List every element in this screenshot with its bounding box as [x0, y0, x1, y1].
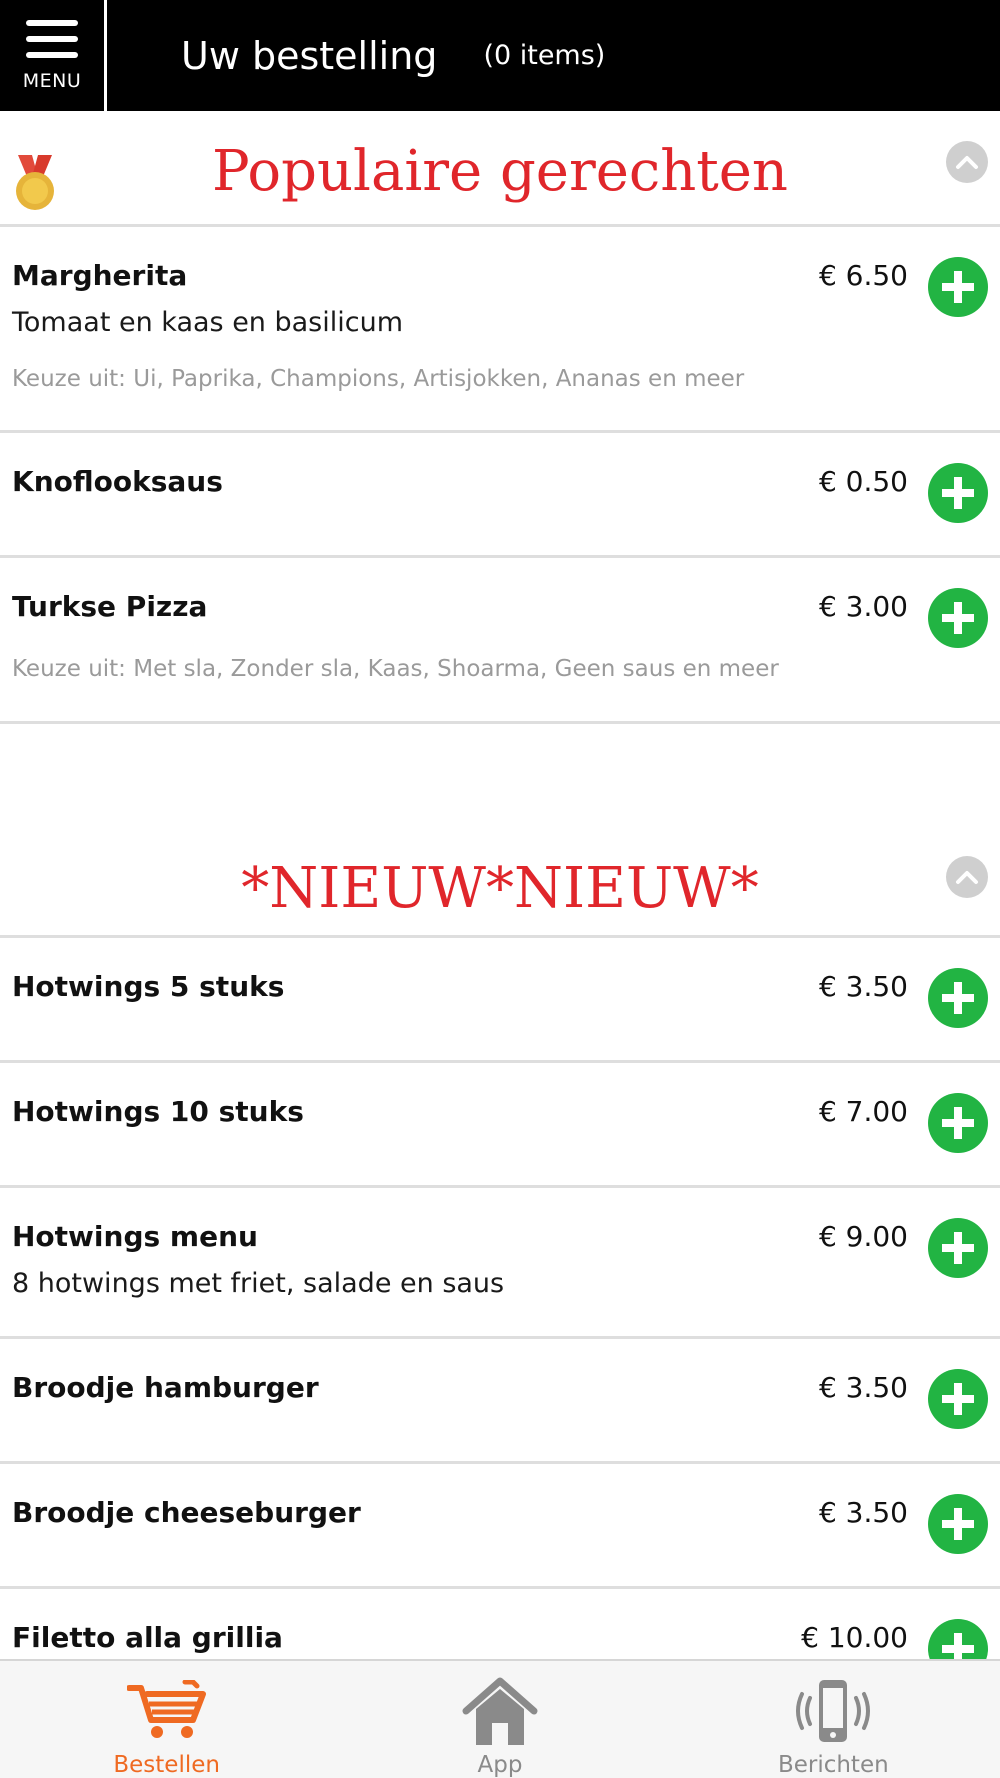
- list-item[interactable]: Turkse Pizza Keuze uit: Met sla, Zonder …: [0, 558, 1000, 724]
- item-choices: Keuze uit: Ui, Paprika, Champions, Artis…: [12, 366, 745, 392]
- add-button[interactable]: [928, 968, 988, 1028]
- plus-icon: [942, 1633, 974, 1659]
- tab-bestellen[interactable]: Bestellen: [0, 1661, 333, 1778]
- item-price: € 7.00: [818, 1095, 908, 1128]
- item-choices: Keuze uit: Met sla, Zonder sla, Kaas, Sh…: [12, 656, 779, 682]
- section-header-popular[interactable]: Populaire gerechten: [0, 111, 1000, 227]
- add-button[interactable]: [928, 257, 988, 317]
- order-item-count[interactable]: (0 items): [483, 40, 605, 71]
- item-price: € 9.00: [818, 1220, 908, 1253]
- order-title[interactable]: Uw bestelling: [181, 34, 437, 78]
- top-bar: MENU Uw bestelling (0 items): [0, 0, 1000, 111]
- list-item[interactable]: Broodje hamburger € 3.50: [0, 1339, 1000, 1464]
- item-name: Hotwings 10 stuks: [12, 1095, 304, 1128]
- item-name: Broodje hamburger: [12, 1371, 319, 1404]
- add-button[interactable]: [928, 1619, 988, 1659]
- item-name: Turkse Pizza: [12, 590, 208, 623]
- home-icon: [460, 1673, 540, 1748]
- item-name: Hotwings 5 stuks: [12, 970, 285, 1003]
- item-price: € 6.50: [818, 259, 908, 292]
- plus-icon: [942, 477, 974, 509]
- menu-button[interactable]: MENU: [0, 0, 107, 111]
- hamburger-icon: [26, 19, 78, 58]
- item-name: Hotwings menu: [12, 1220, 258, 1253]
- menu-list[interactable]: Populaire gerechten Margherita Tomaat en…: [0, 111, 1000, 1659]
- item-name: Filetto alla grillia: [12, 1621, 283, 1654]
- plus-icon: [942, 1232, 974, 1264]
- add-button[interactable]: [928, 1369, 988, 1429]
- item-price: € 3.00: [818, 590, 908, 623]
- tab-berichten[interactable]: Berichten: [667, 1661, 1000, 1778]
- add-button[interactable]: [928, 463, 988, 523]
- list-item[interactable]: Filetto alla grillia € 10.00: [0, 1589, 1000, 1659]
- section-title: *NIEUW*NIEUW*: [241, 856, 759, 921]
- plus-icon: [942, 602, 974, 634]
- chevron-up-icon[interactable]: [946, 141, 988, 183]
- item-name: Broodje cheeseburger: [12, 1496, 361, 1529]
- list-item[interactable]: Hotwings 10 stuks € 7.00: [0, 1063, 1000, 1188]
- section-title: Populaire gerechten: [212, 139, 788, 204]
- plus-icon: [942, 1107, 974, 1139]
- add-button[interactable]: [928, 1093, 988, 1153]
- item-price: € 3.50: [818, 1371, 908, 1404]
- list-item[interactable]: Broodje cheeseburger € 3.50: [0, 1464, 1000, 1589]
- plus-icon: [942, 982, 974, 1014]
- menu-label: MENU: [22, 69, 82, 92]
- tab-label: Bestellen: [113, 1752, 220, 1778]
- bottom-tab-bar: Bestellen App Berichten: [0, 1659, 1000, 1778]
- item-price: € 3.50: [818, 1496, 908, 1529]
- section-header-new[interactable]: *NIEUW*NIEUW*: [0, 804, 1000, 938]
- tab-label: Berichten: [777, 1752, 889, 1778]
- list-item[interactable]: Hotwings menu 8 hotwings met friet, sala…: [0, 1188, 1000, 1339]
- item-price: € 0.50: [818, 465, 908, 498]
- list-item[interactable]: Margherita Tomaat en kaas en basilicum K…: [0, 227, 1000, 433]
- plus-icon: [942, 1508, 974, 1540]
- list-item[interactable]: Hotwings 5 stuks € 3.50: [0, 938, 1000, 1063]
- item-description: Tomaat en kaas en basilicum: [12, 307, 404, 338]
- plus-icon: [942, 271, 974, 303]
- item-price: € 10.00: [801, 1621, 908, 1654]
- item-description: 8 hotwings met friet, salade en saus: [12, 1268, 505, 1299]
- list-item[interactable]: Knoflooksaus € 0.50: [0, 433, 1000, 558]
- tab-label: App: [477, 1752, 523, 1778]
- item-name: Margherita: [12, 259, 188, 292]
- item-name: Knoflooksaus: [12, 465, 223, 498]
- add-button[interactable]: [928, 1218, 988, 1278]
- plus-icon: [942, 1383, 974, 1415]
- tab-app[interactable]: App: [333, 1661, 666, 1778]
- cart-icon: [126, 1673, 207, 1748]
- item-price: € 3.50: [818, 970, 908, 1003]
- phone-vibrate-icon: [793, 1673, 873, 1748]
- chevron-up-icon[interactable]: [946, 856, 988, 898]
- add-button[interactable]: [928, 1494, 988, 1554]
- add-button[interactable]: [928, 588, 988, 648]
